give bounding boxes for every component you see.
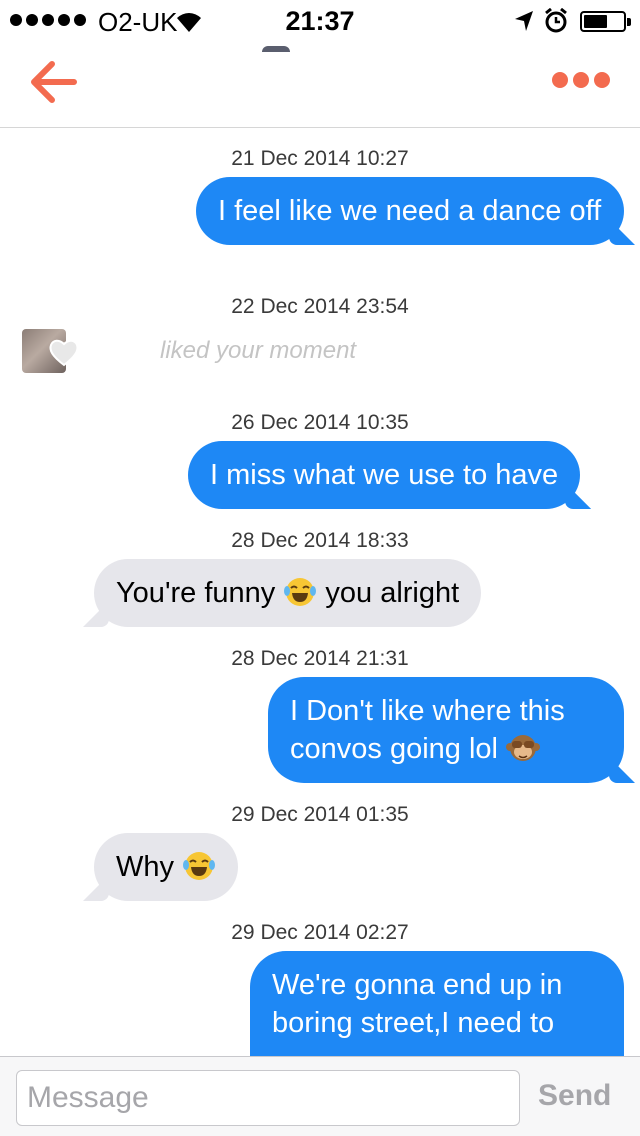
message-timestamp: 28 Dec 2014 18:33 xyxy=(231,529,409,552)
message-composer: Send xyxy=(0,1056,640,1136)
message-input[interactable] xyxy=(16,1070,520,1126)
message-timestamp: 29 Dec 2014 01:35 xyxy=(231,803,409,826)
sent-message[interactable]: I Don't like where this convos going lol xyxy=(268,677,624,783)
received-message[interactable]: Why xyxy=(94,833,239,901)
message-timestamp: 29 Dec 2014 02:27 xyxy=(231,921,409,944)
message-text: I miss what we use to have xyxy=(210,459,559,491)
wifi-icon xyxy=(177,13,201,32)
sent-message[interactable]: We're gonna end up in boring street,I ne… xyxy=(250,951,624,1056)
see-no-evil-monkey-emoji xyxy=(506,735,541,761)
carrier-name: O2-UK xyxy=(98,7,178,37)
message-text: We're gonna end up in boring street,I ne… xyxy=(272,969,563,1039)
message-text: You're funny xyxy=(116,577,276,609)
more-dots-icon[interactable] xyxy=(552,72,610,88)
sent-message[interactable]: I miss what we use to have xyxy=(188,441,581,509)
send-button[interactable]: Send xyxy=(538,1079,611,1113)
battery-icon xyxy=(580,11,631,32)
sent-message[interactable]: I feel like we need a dance off xyxy=(196,177,624,245)
heart-icon xyxy=(49,339,79,367)
liked-moment-text: liked your moment xyxy=(160,337,357,364)
tears-of-joy-emoji xyxy=(284,578,317,606)
received-message[interactable]: You're funny you alright xyxy=(94,559,482,627)
match-avatar[interactable] xyxy=(262,46,290,52)
location-arrow-icon xyxy=(515,11,533,31)
message-text: you alright xyxy=(325,577,460,609)
message-timestamp: 28 Dec 2014 21:31 xyxy=(231,647,409,670)
message-text: Why xyxy=(116,851,174,883)
message-text: I feel like we need a dance off xyxy=(218,195,602,227)
alarm-clock-icon xyxy=(545,8,567,33)
message-timestamp: 26 Dec 2014 10:35 xyxy=(231,411,409,434)
chat-header xyxy=(0,40,640,128)
status-bar: O2-UK 21:37 xyxy=(0,0,640,40)
tears-of-joy-emoji xyxy=(183,852,216,880)
signal-strength-icon xyxy=(10,14,86,26)
message-timestamp: 22 Dec 2014 23:54 xyxy=(231,295,409,318)
arrow-left-icon[interactable] xyxy=(26,58,80,106)
battery-level xyxy=(584,15,607,28)
message-thread[interactable]: 21 Dec 2014 10:27 I feel like we need a … xyxy=(0,129,640,1056)
message-timestamp: 21 Dec 2014 10:27 xyxy=(231,147,409,170)
